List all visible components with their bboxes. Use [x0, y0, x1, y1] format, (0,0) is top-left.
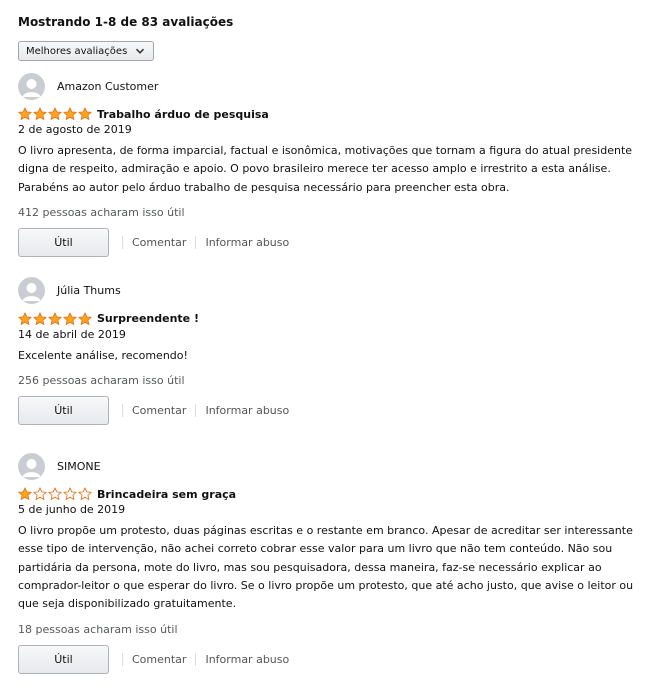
chevron-down-icon [135, 46, 145, 56]
star-filled-icon [33, 312, 47, 325]
review-date: 5 de junho de 2019 [18, 503, 126, 517]
star-filled-icon [18, 107, 32, 120]
review-date: 2 de agosto de 2019 [18, 123, 132, 136]
star-filled-icon [63, 107, 77, 120]
helpful-button[interactable]: Útil [18, 227, 109, 257]
helpful-button[interactable]: Útil [18, 396, 109, 426]
review-body: O livro propõe um protesto, duas páginas… [18, 524, 634, 611]
divider [122, 235, 123, 249]
review-actions: Útil Comentar Informar abuso [18, 396, 654, 426]
star-rating[interactable] [18, 487, 92, 501]
default-profile-icon [18, 277, 45, 305]
reviews-page: Mostrando 1-8 de 83 avaliações Melhores … [0, 0, 654, 699]
divider [195, 235, 197, 249]
star-empty-icon [48, 487, 62, 501]
default-profile-icon [18, 452, 45, 480]
review-actions: Útil Comentar Informar abuso [18, 227, 654, 257]
divider [195, 404, 197, 418]
sort-dropdown-label: Melhores avaliações [26, 45, 128, 57]
report-abuse-link[interactable]: Informar abuso [205, 236, 289, 249]
reviews-summary: Mostrando 1-8 de 83 avaliações [18, 15, 234, 29]
review-body: O livro apresenta, de forma imparcial, f… [18, 144, 633, 194]
reviewer-name: Júlia Thums [57, 284, 121, 298]
review-title[interactable]: Surpreendente ! [97, 312, 199, 325]
comment-link[interactable]: Comentar [132, 236, 186, 249]
star-filled-icon [18, 312, 32, 325]
helpful-count: 412 pessoas acharam isso útil [18, 205, 185, 219]
reviewer-profile[interactable]: SIMONE [18, 451, 654, 481]
star-filled-icon [48, 107, 62, 120]
review-item: SIMONE Brincadeira sem graça 5 de junho … [18, 451, 654, 674]
star-filled-icon [18, 487, 32, 501]
divider [122, 404, 123, 418]
star-filled-icon [48, 312, 62, 325]
star-empty-icon [63, 487, 77, 501]
reviewer-name: SIMONE [57, 459, 101, 473]
review-item: Júlia Thums Surpreendente ! 14 de abril … [18, 276, 654, 426]
star-rating[interactable] [18, 312, 92, 326]
reviewer-profile[interactable]: Amazon Customer [18, 71, 654, 101]
review-title[interactable]: Trabalho árduo de pesquisa [97, 108, 269, 121]
review-actions: Útil Comentar Informar abuso [18, 644, 654, 674]
divider [195, 652, 197, 666]
review-body: Excelente análise, recomendo! [18, 348, 188, 362]
star-filled-icon [33, 107, 47, 120]
reviewer-profile[interactable]: Júlia Thums [18, 276, 654, 306]
star-filled-icon [63, 312, 77, 325]
report-abuse-link[interactable]: Informar abuso [205, 404, 289, 417]
review-item: Amazon Customer Trabalho árduo de pesqui… [18, 71, 654, 257]
sort-dropdown[interactable]: Melhores avaliações [18, 41, 155, 61]
divider [122, 652, 123, 666]
reviewer-name: Amazon Customer [57, 79, 159, 93]
star-empty-icon [78, 487, 92, 501]
star-empty-icon [33, 487, 47, 501]
helpful-count: 18 pessoas acharam isso útil [18, 622, 178, 636]
comment-link[interactable]: Comentar [132, 653, 186, 666]
helpful-count: 256 pessoas acharam isso útil [18, 374, 185, 388]
star-filled-icon [78, 312, 92, 325]
default-profile-icon [18, 72, 45, 100]
star-filled-icon [78, 107, 92, 120]
helpful-button[interactable]: Útil [18, 644, 109, 674]
review-title[interactable]: Brincadeira sem graça [97, 488, 236, 501]
star-rating[interactable] [18, 107, 92, 121]
report-abuse-link[interactable]: Informar abuso [205, 653, 289, 666]
review-date: 14 de abril de 2019 [18, 327, 126, 341]
comment-link[interactable]: Comentar [132, 404, 186, 417]
